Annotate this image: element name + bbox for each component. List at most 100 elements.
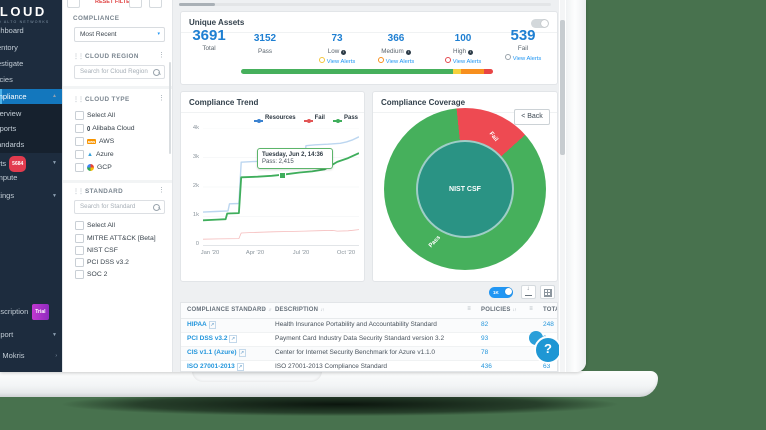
col-header-total[interactable]: TOTAL	[537, 303, 558, 318]
chart-tooltip: Tuesday, Jun 2, 14:36 Pass: 2,415	[257, 148, 333, 169]
scrollbar-thumb[interactable]	[179, 3, 215, 6]
legend-resources[interactable]: Resources	[254, 115, 296, 121]
checkbox[interactable]	[75, 163, 84, 172]
standard-mitre[interactable]: MITRE ATT&CK [Beta]	[75, 233, 156, 243]
col-header-policies[interactable]: POLICIES≡	[475, 303, 537, 318]
sidebar-item-settings[interactable]: Settings ▼	[0, 189, 62, 203]
total-count[interactable]: 248	[537, 319, 558, 332]
sidebar-item-standards[interactable]: Standards	[0, 138, 62, 152]
column-settings-button[interactable]	[540, 285, 555, 299]
standard-link[interactable]: CIS v1.1 (Azure)	[181, 347, 269, 360]
standard-soc2[interactable]: SOC 2	[75, 269, 107, 279]
checkbox[interactable]	[75, 258, 84, 267]
checkbox[interactable]	[75, 137, 84, 146]
donut-fail-label: Fail	[488, 131, 499, 143]
standard-search-input[interactable]: Search for Standard	[74, 200, 165, 214]
standard-link[interactable]: PCI DSS v3.2	[181, 333, 269, 346]
sidebar-item-compute[interactable]: Compute	[0, 171, 62, 185]
time-range-dropdown[interactable]: Most Recent ▾	[74, 27, 165, 42]
filter-scrollbar[interactable]	[169, 62, 171, 154]
sidebar-item-overview[interactable]: Overview	[0, 107, 62, 121]
help-button[interactable]: ?	[534, 336, 559, 364]
donut-center[interactable]: NIST CSF	[416, 140, 514, 238]
legend-fail[interactable]: Fail	[304, 115, 325, 121]
table-row[interactable]: HIPAA Health Insurance Portability and A…	[181, 319, 557, 333]
policies-count[interactable]: 78	[475, 347, 537, 360]
view-alerts-link-fail[interactable]: View Alerts	[494, 54, 552, 62]
column-menu-icon[interactable]: ≡	[261, 306, 265, 312]
vertical-scrollbar[interactable]	[560, 0, 565, 372]
cloud-region-search-input[interactable]: Search for Cloud Region	[74, 65, 165, 79]
sort-icon[interactable]	[511, 307, 517, 313]
kebab-menu-icon[interactable]: ⋮	[158, 187, 165, 194]
checkbox[interactable]	[75, 150, 84, 159]
tooltip-point-marker	[279, 172, 286, 179]
table-row[interactable]: PCI DSS v3.2 Payment Card Industry Data …	[181, 333, 557, 347]
legend-pass[interactable]: Pass	[333, 115, 358, 121]
standard-pci-dss[interactable]: PCI DSS v3.2	[75, 257, 129, 267]
laptop-base	[0, 371, 658, 397]
cloud-type-azure[interactable]: Azure	[75, 149, 114, 159]
view-alerts-link-medium[interactable]: View Alerts	[367, 57, 425, 65]
standard-select-all[interactable]: Select All	[75, 220, 115, 230]
sidebar-item-reports[interactable]: Reports	[0, 122, 62, 136]
policies-count[interactable]: 93	[475, 333, 537, 346]
kebab-menu-icon[interactable]: ⋮	[158, 52, 165, 59]
download-button[interactable]	[521, 285, 536, 299]
sidebar-item-dashboard[interactable]: Dashboard	[0, 24, 62, 38]
sidebar-item-subscription[interactable]: SubscriptionTrial	[0, 304, 62, 318]
standard-link[interactable]: HIPAA	[181, 319, 269, 332]
table-limit-toggle[interactable]: 1K	[489, 287, 513, 298]
app-window: CLOUD PALO ALTO NETWORKS Dashboard Inven…	[0, 0, 566, 372]
col-header-description[interactable]: DESCRIPTION≡	[269, 303, 475, 318]
checkbox[interactable]	[75, 124, 84, 133]
cloud-type-select-all[interactable]: Select All	[75, 110, 115, 120]
kebab-menu-icon[interactable]: ⋮	[158, 95, 165, 102]
drag-handle-icon	[73, 96, 85, 103]
standard-section-label: STANDARD	[73, 188, 123, 195]
checkbox[interactable]	[75, 270, 84, 279]
checkbox[interactable]	[75, 111, 84, 120]
table-row[interactable]: CIS v1.1 (Azure) Center for Internet Sec…	[181, 347, 557, 361]
column-menu-icon[interactable]: ≡	[529, 306, 533, 312]
scrollbar-thumb[interactable]	[560, 20, 565, 155]
column-menu-icon[interactable]: ≡	[467, 306, 471, 312]
save-filter-button[interactable]	[129, 0, 142, 8]
standard-nist-csf[interactable]: NIST CSF	[75, 245, 118, 255]
y-axis-tick: 0	[185, 241, 199, 247]
standard-link[interactable]: ISO 27001-2013	[181, 361, 269, 372]
sidebar-item-investigate[interactable]: Investigate	[0, 57, 62, 71]
laptop-lid-notch	[192, 371, 322, 382]
cloud-type-alibaba[interactable]: Alibaba Cloud	[75, 123, 135, 133]
x-axis-tick: Jul '20	[288, 250, 314, 256]
view-alerts-link-high[interactable]: View Alerts	[434, 57, 492, 65]
checkbox[interactable]	[75, 221, 84, 230]
cloud-type-gcp[interactable]: GCP	[75, 162, 112, 172]
horizontal-scrollbar[interactable]	[179, 3, 551, 6]
azure-icon	[87, 151, 93, 158]
checkbox[interactable]	[75, 234, 84, 243]
table-row[interactable]: ISO 27001-2013 ISO 27001-2013 Compliance…	[181, 361, 557, 372]
sidebar-item-support[interactable]: Support ▼	[0, 328, 62, 342]
back-button[interactable]: < Back	[514, 109, 550, 125]
sidebar-item-compliance[interactable]: Compliance ▲	[0, 89, 62, 104]
collapse-filters-button[interactable]	[67, 0, 80, 8]
policies-count[interactable]: 436	[475, 361, 537, 372]
stat-total: 3691 Total	[180, 28, 238, 52]
sidebar-item-inventory[interactable]: Inventory	[0, 41, 62, 55]
sidebar-item-policies[interactable]: Policies	[0, 73, 62, 87]
trend-plot-area[interactable]	[203, 128, 359, 246]
sort-icon[interactable]	[318, 307, 324, 313]
view-alerts-link-low[interactable]: View Alerts	[308, 57, 366, 65]
col-header-standard[interactable]: COMPLIANCE STANDARD≡	[181, 303, 269, 318]
cloud-type-aws[interactable]: awsAWS	[75, 136, 114, 146]
chevron-down-icon: ▾	[157, 28, 160, 41]
coverage-donut-chart[interactable]: Fail Pass NIST CSF	[384, 108, 546, 270]
checkbox[interactable]	[75, 246, 84, 255]
app-logo: CLOUD PALO ALTO NETWORKS	[0, 4, 49, 24]
sidebar-item-alerts[interactable]: Alerts5684 ▼	[0, 156, 62, 170]
section-divider	[63, 180, 172, 183]
more-filter-button[interactable]	[149, 0, 162, 8]
policies-count[interactable]: 82	[475, 319, 537, 332]
sidebar-item-user[interactable]: Ben Mokris ›	[0, 349, 62, 363]
